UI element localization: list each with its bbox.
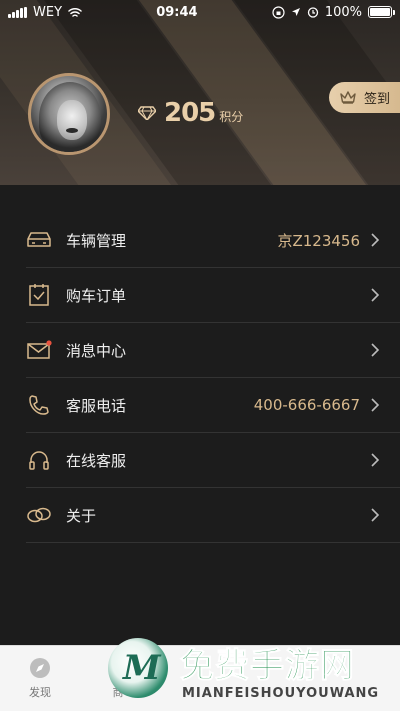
- car-icon: [26, 227, 52, 253]
- chevron-right-icon: [371, 508, 380, 522]
- link-rings-icon: [26, 502, 52, 528]
- chevron-right-icon: [371, 453, 380, 467]
- points-value: 205: [164, 98, 216, 128]
- crown-icon: [340, 91, 356, 104]
- points-unit: 积分: [219, 110, 244, 124]
- signal-icon: [8, 6, 27, 18]
- menu-label: 购车订单: [66, 286, 127, 305]
- chevron-right-icon: [371, 398, 380, 412]
- chevron-right-icon: [371, 233, 380, 247]
- menu-item-messages[interactable]: 消息中心: [26, 323, 400, 378]
- menu-label: 车辆管理: [66, 231, 127, 250]
- battery-icon: [367, 6, 395, 18]
- menu-item-hotline[interactable]: 客服电话 400-666-6667: [26, 378, 400, 433]
- menu-item-orders[interactable]: 购车订单: [26, 268, 400, 323]
- menu-item-online-service[interactable]: 在线客服: [26, 433, 400, 488]
- signin-label: 签到: [364, 92, 391, 107]
- status-bar: WEY 09:44 100%: [0, 0, 400, 24]
- hotline-number: 400-666-6667: [253, 396, 360, 414]
- profile-header: 205 积分 签到: [0, 0, 400, 185]
- menu-label: 消息中心: [66, 341, 127, 360]
- battery-percent: 100%: [324, 4, 362, 20]
- tab-label: 发现: [29, 686, 51, 699]
- location-icon: [291, 8, 300, 16]
- tab-label: 商: [112, 686, 124, 699]
- rotation-lock-icon: [272, 5, 285, 19]
- diamond-icon: [138, 106, 156, 120]
- status-time: 09:44: [156, 4, 198, 20]
- points-display[interactable]: 205 积分: [138, 98, 243, 128]
- menu-label: 关于: [66, 506, 97, 525]
- menu-list: 车辆管理 京Z123456 购车订单 消息中心 客服电话 400-666-666…: [0, 185, 400, 645]
- signin-button[interactable]: 签到: [329, 82, 400, 113]
- carrier-name: WEY: [33, 4, 63, 20]
- chevron-right-icon: [371, 343, 380, 357]
- wifi-icon: [68, 7, 82, 17]
- bottom-tab-bar: 发现 商: [0, 645, 400, 711]
- menu-item-about[interactable]: 关于: [26, 488, 400, 543]
- compass-icon: [30, 658, 50, 678]
- alarm-icon: [307, 7, 318, 18]
- menu-label: 客服电话: [66, 396, 127, 415]
- headset-icon: [26, 447, 52, 473]
- menu-label: 在线客服: [66, 451, 127, 470]
- menu-item-vehicle[interactable]: 车辆管理 京Z123456: [26, 213, 400, 268]
- phone-icon: [26, 392, 52, 418]
- plate-number: 京Z123456: [277, 231, 360, 250]
- tab-shop[interactable]: 商: [88, 656, 148, 700]
- shop-icon: [110, 663, 126, 677]
- chevron-right-icon: [371, 288, 380, 302]
- mail-icon: [26, 337, 52, 363]
- avatar[interactable]: [28, 73, 110, 155]
- tab-discover[interactable]: 发现: [10, 656, 70, 700]
- clipboard-check-icon: [26, 282, 52, 308]
- unread-dot: [46, 340, 52, 346]
